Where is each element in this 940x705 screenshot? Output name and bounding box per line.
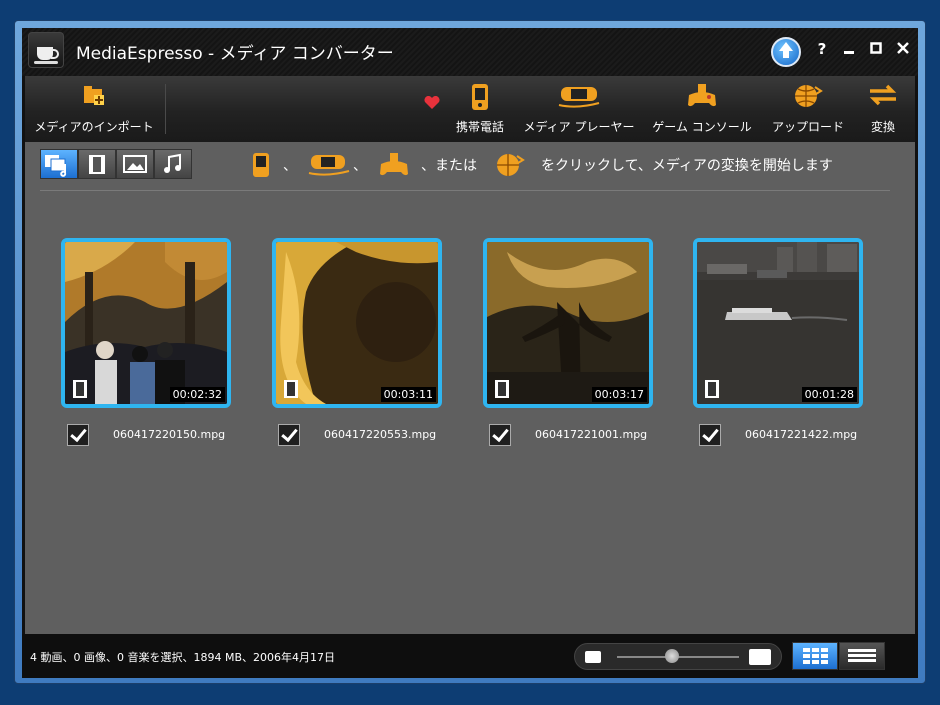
game-console-button[interactable]: ゲーム コンソール (648, 76, 756, 142)
media-thumbnail[interactable]: 00:01:28 (693, 238, 863, 408)
media-checkbox[interactable] (489, 424, 511, 446)
upload-label: アップロード (771, 120, 844, 134)
media-library-pane: 、 、 、または をクリックして、メディアの変換を開始します 00:02:32 (25, 142, 915, 634)
video-frame-image (276, 242, 438, 404)
game-controller-icon (686, 83, 718, 112)
video-duration: 00:03:11 (380, 387, 436, 402)
media-filename: 060417221422.mpg (745, 428, 858, 441)
title-bar[interactable]: MediaEspresso - メディア コンバーター ? (22, 28, 918, 76)
selection-summary: 4 動画、0 画像、0 音楽を選択、1894 MB、2006年4月17日 (30, 651, 336, 664)
hint-separator: 、 (353, 158, 367, 174)
upload-button[interactable]: アップロード (765, 76, 851, 142)
media-filename: 060417221001.mpg (535, 428, 648, 441)
media-thumbnail[interactable]: 00:02:32 (61, 238, 231, 408)
globe-upload-icon (497, 154, 525, 176)
game-controller-icon (380, 153, 408, 176)
favorite-heart-icon[interactable] (420, 76, 444, 142)
globe-upload-icon (793, 83, 823, 112)
video-duration: 00:01:28 (801, 387, 857, 402)
update-arrow-icon[interactable] (771, 37, 801, 67)
import-media-button[interactable]: メディアのインポート (29, 76, 159, 142)
media-thumbnail[interactable]: 00:03:11 (272, 238, 442, 408)
small-thumbnail-icon[interactable] (585, 651, 601, 663)
mobile-phone-icon (470, 83, 490, 114)
convert-button[interactable]: 変換 (861, 76, 905, 142)
help-button[interactable]: ? (813, 40, 831, 58)
maximize-button[interactable] (867, 40, 885, 60)
film-strip-icon (705, 380, 719, 398)
import-folder-icon (82, 83, 106, 110)
media-checkbox[interactable] (699, 424, 721, 446)
mobile-phone-button[interactable]: 携帯電話 (453, 76, 507, 142)
large-thumbnail-icon[interactable] (749, 649, 771, 665)
convert-label: 変換 (870, 120, 895, 134)
hint-separator: 、 (283, 158, 297, 174)
toolbar-divider (165, 84, 166, 134)
mobile-label: 携帯電話 (455, 120, 504, 134)
video-frame-image (487, 242, 649, 404)
coffee-cup-icon (28, 32, 64, 68)
status-bar: 4 動画、0 画像、0 音楽を選択、1894 MB、2006年4月17日 (22, 634, 918, 678)
thumbnail-size-slider[interactable] (574, 643, 782, 670)
mobile-phone-icon (253, 153, 269, 177)
list-view-button[interactable] (839, 642, 885, 670)
video-frame-image (697, 242, 859, 404)
film-strip-icon (284, 380, 298, 398)
media-filename: 060417220553.mpg (324, 428, 437, 441)
main-toolbar: メディアのインポート 携帯電話 メディア プレーヤー ゲーム コンソール アップ… (25, 76, 915, 142)
console-label: ゲーム コンソール (652, 120, 752, 134)
close-button[interactable] (894, 40, 912, 60)
app-window: MediaEspresso - メディア コンバーター ? メディアのインポート (22, 28, 918, 678)
media-thumbnail[interactable]: 00:03:17 (483, 238, 653, 408)
player-label: メディア プレーヤー (523, 120, 635, 134)
media-player-icon (557, 83, 601, 112)
window-title: MediaEspresso - メディア コンバーター (76, 44, 394, 64)
media-filename: 060417220150.mpg (113, 428, 226, 441)
film-strip-icon (495, 380, 509, 398)
grid-view-icon (803, 648, 828, 664)
slider-handle[interactable] (664, 649, 679, 663)
image-filter-button[interactable] (116, 149, 154, 179)
list-view-icon (848, 649, 876, 662)
media-player-icon (308, 155, 350, 176)
media-checkbox[interactable] (67, 424, 89, 446)
hint-text: をクリックして、メディアの変換を開始します (541, 158, 833, 174)
video-filter-button[interactable] (78, 149, 116, 179)
video-duration: 00:03:17 (591, 387, 647, 402)
music-filter-button[interactable] (154, 149, 192, 179)
video-frame-image (65, 242, 227, 404)
hint-or: 、または (421, 158, 477, 174)
media-checkbox[interactable] (278, 424, 300, 446)
import-label: メディアのインポート (34, 120, 154, 134)
film-strip-icon (73, 380, 87, 398)
video-duration: 00:02:32 (169, 387, 225, 402)
minimize-button[interactable] (840, 40, 858, 60)
all-media-button[interactable] (40, 149, 78, 179)
grid-view-button[interactable] (792, 642, 838, 670)
convert-arrows-icon (868, 83, 898, 110)
media-player-button[interactable]: メディア プレーヤー (519, 76, 639, 142)
content-divider (40, 190, 890, 191)
